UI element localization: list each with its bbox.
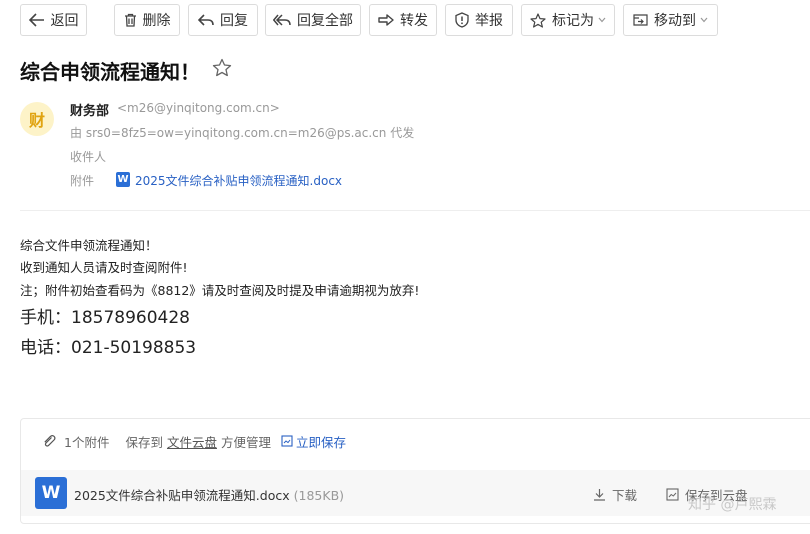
delete-label: 删除 [142, 13, 171, 29]
attachment-link[interactable]: 2025文件综合补贴申领流程通知.docx [135, 172, 342, 189]
body-line-1: 综合文件申领流程通知！ [20, 238, 158, 253]
forward-label: 转发 [400, 13, 428, 29]
recipients-label: 收件人 [70, 150, 107, 164]
mark-as-label: 标记为 [552, 13, 594, 29]
shield-alert-icon [455, 12, 469, 28]
watermark: 知乎 @卢熙霖 [688, 497, 777, 513]
star-icon [530, 12, 546, 28]
reply-all-icon [273, 14, 291, 26]
paperclip-icon [44, 435, 56, 447]
reply-button[interactable]: 回复 [188, 4, 258, 36]
delete-button[interactable]: 删除 [114, 4, 180, 36]
attachments-header: 1个附件 保存到 文件云盘 方便管理 立即保存 [42, 432, 350, 450]
back-button[interactable]: 返回 [20, 4, 87, 36]
body-line-2: 收到通知人员请及时查阅附件! [20, 260, 188, 275]
word-file-icon: W [35, 477, 67, 509]
move-folder-icon [633, 14, 648, 26]
mark-as-button[interactable]: 标记为 [521, 4, 615, 36]
download-label: 下载 [612, 488, 638, 503]
attachment-label: 附件 [70, 174, 95, 188]
convenient-manage-label: 方便管理 [220, 434, 271, 450]
move-to-label: 移动到 [654, 13, 696, 29]
image-save-icon [281, 435, 293, 447]
forward-icon [378, 14, 394, 26]
toolbar: 返回 删除 回复 回复全部 转发 举报 标记为 移动到 [0, 0, 810, 40]
sender-avatar: 财 [20, 102, 54, 136]
move-to-button[interactable]: 移动到 [623, 4, 718, 36]
body-phone: 手机：18578960428 [20, 308, 190, 328]
back-label: 返回 [50, 13, 79, 29]
file-cloud-link[interactable]: 文件云盘 [167, 432, 217, 451]
reply-all-button[interactable]: 回复全部 [265, 4, 361, 36]
cloud-save-icon [666, 488, 679, 501]
reply-icon [198, 14, 214, 26]
body-line-3: 注；附件初始查看码为《8812》请及时查阅及时提及申请逾期视为放弃! [20, 283, 420, 298]
attachment-count: 1个附件 [64, 434, 110, 450]
reply-label: 回复 [220, 13, 248, 29]
word-file-icon: W [116, 172, 130, 187]
header-divider [20, 210, 810, 211]
sent-via-text: 由 srs0=8fz5=ow=yinqitong.com.cn=m26@ps.a… [70, 126, 415, 140]
download-icon [594, 489, 605, 501]
attachment-file-name[interactable]: 2025文件综合补贴申领流程通知.docx (185KB) [74, 485, 344, 504]
body-tel: 电话：021-50198853 [20, 338, 197, 358]
save-now-link[interactable]: 立即保存 [296, 432, 346, 451]
sender-email: <m26@yinqitong.com.cn> [117, 101, 280, 115]
sender-name[interactable]: 财务部 [70, 100, 109, 119]
email-subject: 综合申领流程通知！ [20, 60, 200, 84]
arrow-left-icon [28, 13, 44, 27]
file-size: (185KB) [293, 488, 345, 503]
file-name-text: 2025文件综合补贴申领流程通知.docx [74, 488, 290, 503]
chevron-down-icon [700, 17, 708, 23]
save-to-label: 保存到 [125, 434, 163, 450]
trash-icon [124, 13, 136, 27]
download-button[interactable]: 下载 [593, 485, 637, 504]
chevron-down-icon [598, 17, 606, 23]
forward-button[interactable]: 转发 [369, 4, 437, 36]
star-icon[interactable] [212, 58, 232, 77]
reply-all-label: 回复全部 [297, 13, 353, 29]
report-label: 举报 [475, 13, 503, 29]
report-button[interactable]: 举报 [445, 4, 513, 36]
